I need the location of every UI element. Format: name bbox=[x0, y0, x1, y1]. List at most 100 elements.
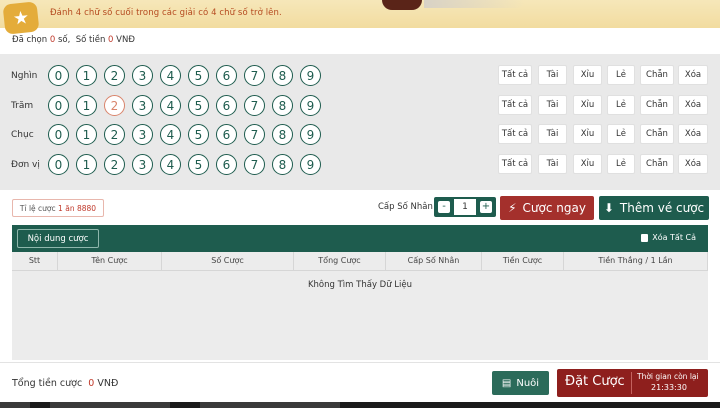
column-header: Tên Cược bbox=[58, 252, 162, 270]
row-label: Trăm bbox=[11, 101, 34, 111]
quick-select-button[interactable]: Chẵn bbox=[640, 65, 674, 85]
quick-select-button[interactable]: Tài bbox=[538, 95, 567, 115]
digit-ball[interactable]: 3 bbox=[132, 154, 153, 175]
digit-ball[interactable]: 1 bbox=[76, 95, 97, 116]
digit-ball[interactable]: 1 bbox=[76, 154, 97, 175]
column-header: Cấp Số Nhân bbox=[386, 252, 482, 270]
digit-ball[interactable]: 8 bbox=[272, 95, 293, 116]
countdown-timer: 21:33:30 bbox=[651, 383, 687, 392]
digit-ball[interactable]: 0 bbox=[48, 124, 69, 145]
quick-select-button[interactable]: Xóa bbox=[678, 154, 708, 174]
footer-divider bbox=[0, 362, 720, 363]
digit-ball[interactable]: 6 bbox=[216, 65, 237, 86]
total-value: 0 bbox=[88, 378, 95, 389]
quick-select-button[interactable]: Lẻ bbox=[607, 95, 635, 115]
payout-ratio: Tỉ lệ cược 1 ăn 8880 bbox=[12, 199, 104, 217]
quick-select-button[interactable]: Tất cả bbox=[498, 95, 532, 115]
place-bet-label: Đặt Cược bbox=[565, 374, 625, 389]
digit-ball[interactable]: 9 bbox=[300, 65, 321, 86]
quick-select-button[interactable]: Chẵn bbox=[640, 124, 674, 144]
quick-select-button[interactable]: Chẵn bbox=[640, 95, 674, 115]
digit-ball[interactable]: 7 bbox=[244, 95, 265, 116]
quick-select-button[interactable]: Xóa bbox=[678, 65, 708, 85]
digit-ball[interactable]: 5 bbox=[188, 65, 209, 86]
quick-select-button[interactable]: Xỉu bbox=[573, 154, 602, 174]
hint-bar: ★ Đánh 4 chữ số cuối trong các giải có 4… bbox=[0, 0, 720, 35]
digit-ball[interactable]: 8 bbox=[272, 124, 293, 145]
digit-ball[interactable]: 1 bbox=[76, 124, 97, 145]
nuoi-button[interactable]: ▤ Nuôi bbox=[492, 371, 549, 395]
logo-banner bbox=[424, 0, 524, 8]
digit-ball[interactable]: 4 bbox=[160, 154, 181, 175]
tab-bet-content[interactable]: Nội dung cược bbox=[17, 229, 99, 248]
ratio-mid: ăn bbox=[65, 203, 75, 213]
quick-select-button[interactable]: Tài bbox=[538, 65, 567, 85]
column-header: Số Cược bbox=[162, 252, 294, 270]
decrement-button[interactable]: - bbox=[438, 201, 450, 213]
digit-ball[interactable]: 4 bbox=[160, 124, 181, 145]
digit-ball[interactable]: 2 bbox=[104, 154, 125, 175]
digit-ball[interactable]: 9 bbox=[300, 124, 321, 145]
digit-ball[interactable]: 2 bbox=[104, 65, 125, 86]
digit-ball[interactable]: 5 bbox=[188, 154, 209, 175]
digit-ball[interactable]: 9 bbox=[300, 154, 321, 175]
quick-select-button[interactable]: Xỉu bbox=[573, 65, 602, 85]
bet-now-button[interactable]: ⚡ Cược ngay bbox=[500, 196, 594, 220]
digit-ball[interactable]: 4 bbox=[160, 95, 181, 116]
quick-select-button[interactable]: Tài bbox=[538, 154, 567, 174]
clear-all-button[interactable]: Xóa Tất Cả bbox=[641, 233, 696, 242]
digit-ball[interactable]: 0 bbox=[48, 95, 69, 116]
digit-ball[interactable]: 0 bbox=[48, 154, 69, 175]
ratio-prefix: Tỉ lệ cược bbox=[19, 203, 56, 213]
quick-select-button[interactable]: Tất cả bbox=[498, 124, 532, 144]
quick-select-button[interactable]: Xóa bbox=[678, 124, 708, 144]
digit-ball[interactable]: 6 bbox=[216, 154, 237, 175]
quick-select-button[interactable]: Chẵn bbox=[640, 154, 674, 174]
digit-ball[interactable]: 3 bbox=[132, 95, 153, 116]
logo-emblem bbox=[382, 0, 422, 10]
digit-ball[interactable]: 0 bbox=[48, 65, 69, 86]
money-prefix: Số tiền bbox=[75, 35, 109, 45]
money-suffix: VNĐ bbox=[113, 35, 135, 45]
digit-ball[interactable]: 6 bbox=[216, 124, 237, 145]
digit-ball[interactable]: 3 bbox=[132, 124, 153, 145]
quick-select-button[interactable]: Lẻ bbox=[607, 65, 635, 85]
quick-select-button[interactable]: Xỉu bbox=[573, 95, 602, 115]
digit-ball[interactable]: 4 bbox=[160, 65, 181, 86]
digit-ball[interactable]: 7 bbox=[244, 124, 265, 145]
number-board: Nghìn 0 1 2 3 4 5 6 7 8 9 Tất cả Tài Xỉu Lẻ Chẵn Xóa Trăm… bbox=[0, 54, 720, 190]
total-label: Tổng tiền cược bbox=[12, 378, 83, 389]
quick-select-button[interactable]: Xỉu bbox=[573, 124, 602, 144]
quick-select-button[interactable]: Tài bbox=[538, 124, 567, 144]
download-arrow-icon: ⬇ bbox=[603, 201, 614, 215]
digit-ball[interactable]: 1 bbox=[76, 65, 97, 86]
digit-ball[interactable]: 2 bbox=[104, 124, 125, 145]
empty-message: Không Tìm Thấy Dữ Liệu bbox=[307, 280, 413, 290]
row-label: Nghìn bbox=[11, 71, 38, 81]
digit-ball[interactable]: 6 bbox=[216, 95, 237, 116]
digit-ball[interactable]: 8 bbox=[272, 154, 293, 175]
digit-ball[interactable]: 5 bbox=[188, 124, 209, 145]
trash-icon bbox=[641, 233, 649, 242]
quick-select-button[interactable]: Tất cả bbox=[498, 154, 532, 174]
quick-select-button[interactable]: Xóa bbox=[678, 95, 708, 115]
digit-ball[interactable]: 9 bbox=[300, 95, 321, 116]
digit-ball[interactable]: 7 bbox=[244, 154, 265, 175]
place-bet-button[interactable]: Đặt Cược Thời gian còn lại 21:33:30 bbox=[557, 369, 708, 397]
total-unit: VNĐ bbox=[97, 378, 119, 389]
digit-ball[interactable]: 7 bbox=[244, 65, 265, 86]
column-header: Tiền Thắng / 1 Lần bbox=[564, 252, 708, 270]
quick-select-button[interactable]: Lẻ bbox=[607, 124, 635, 144]
digit-ball[interactable]: 8 bbox=[272, 65, 293, 86]
quick-select-button[interactable]: Tất cả bbox=[498, 65, 532, 85]
multiplier-input[interactable]: 1 bbox=[454, 199, 476, 215]
digit-ball[interactable]: 3 bbox=[132, 65, 153, 86]
multiplier-label: Cấp Số Nhân bbox=[378, 202, 433, 212]
digit-ball[interactable]: 5 bbox=[188, 95, 209, 116]
quick-select-button[interactable]: Lẻ bbox=[607, 154, 635, 174]
nuoi-label: Nuôi bbox=[516, 377, 540, 389]
increment-button[interactable]: + bbox=[480, 201, 492, 213]
digit-ball[interactable]: 2 bbox=[104, 95, 125, 116]
add-ticket-button[interactable]: ⬇ Thêm vé cược bbox=[599, 196, 709, 220]
header-divider bbox=[12, 270, 708, 271]
